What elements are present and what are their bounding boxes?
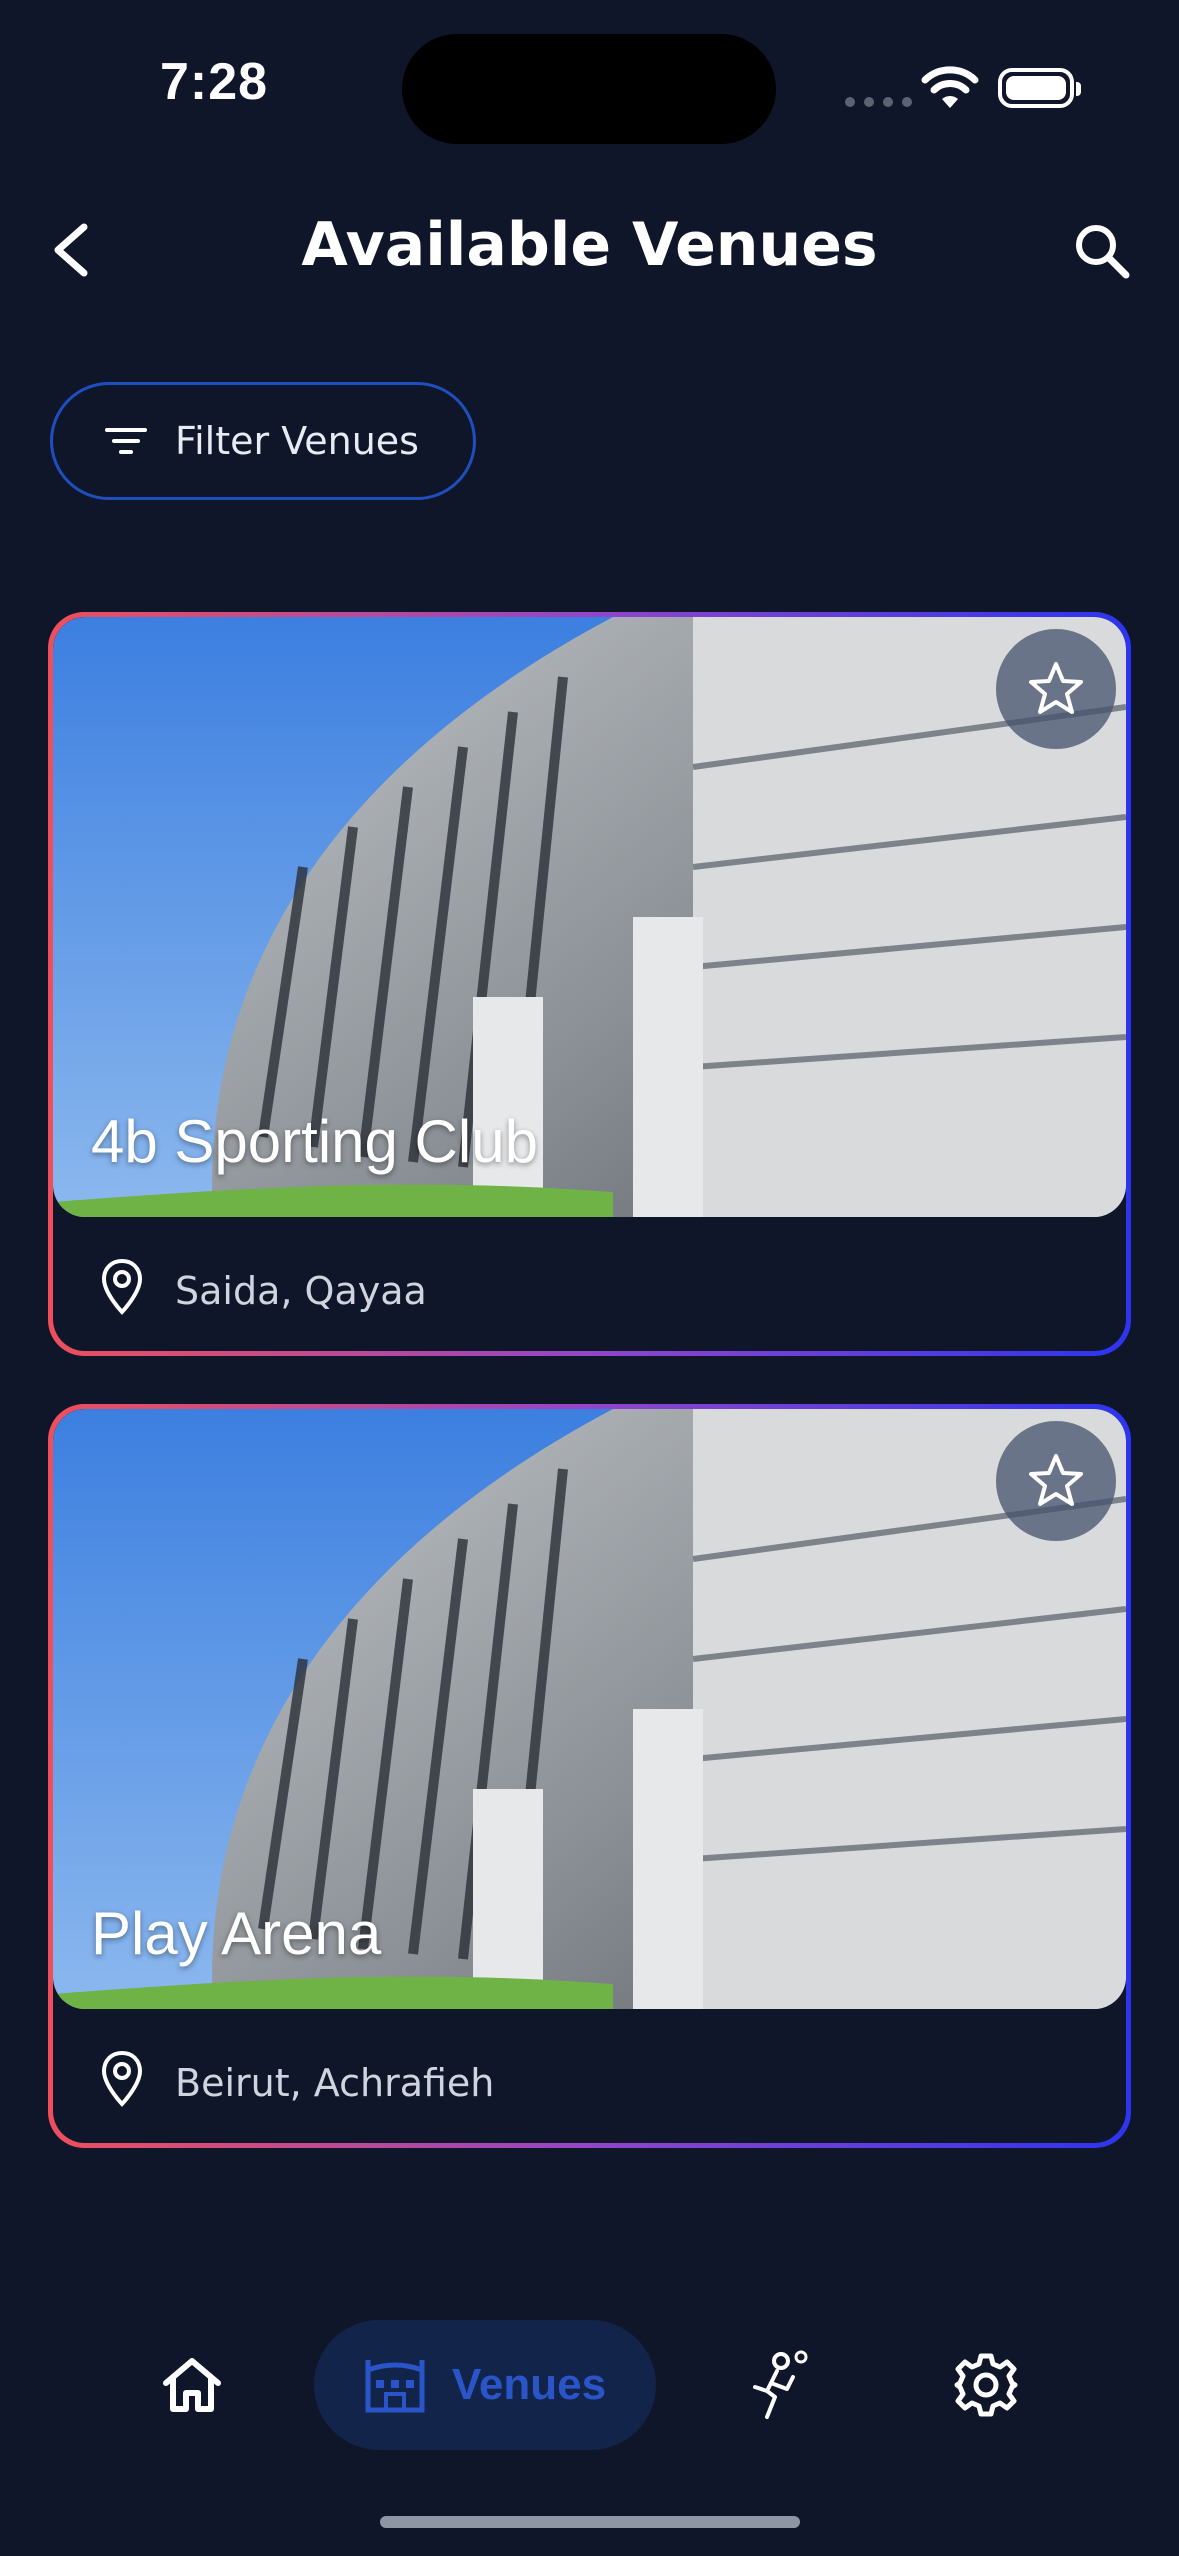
nav-venues[interactable]: Venues — [314, 2320, 656, 2450]
filter-venues-button[interactable]: Filter Venues — [50, 382, 476, 500]
venue-name: 4b Sporting Club — [91, 1108, 538, 1175]
nav-home[interactable] — [140, 2300, 244, 2470]
nav-player[interactable] — [728, 2300, 832, 2470]
location-pin-icon — [101, 2050, 143, 2107]
star-icon — [1029, 1454, 1083, 1506]
home-icon — [163, 2358, 221, 2412]
favorite-button[interactable] — [996, 1421, 1116, 1541]
player-icon — [753, 2350, 808, 2419]
stadium-icon — [365, 2360, 425, 2413]
search-icon[interactable] — [1072, 215, 1132, 285]
favorite-button[interactable] — [996, 629, 1116, 749]
bottom-nav: Venues — [0, 2300, 1179, 2470]
filter-venues-label: Filter Venues — [175, 419, 419, 463]
star-icon — [1029, 662, 1083, 714]
location-pin-icon — [101, 1258, 143, 1315]
gear-icon — [954, 2353, 1018, 2417]
dynamic-island — [402, 34, 776, 144]
page-title: Available Venues — [301, 210, 878, 280]
venue-location: Beirut, Achrafieh — [175, 2061, 495, 2105]
signal-icon — [845, 97, 912, 107]
battery-icon — [998, 68, 1081, 108]
nav-venues-label: Venues — [451, 2360, 607, 2409]
status-time: 7:28 — [160, 53, 269, 111]
venue-card[interactable]: Play Arena Beirut, Achrafieh — [48, 1404, 1131, 2148]
venue-card[interactable]: 4b Sporting Club Saida, Qayaa — [48, 612, 1131, 1356]
filter-icon — [105, 426, 147, 456]
nav-settings[interactable] — [934, 2300, 1038, 2470]
home-indicator — [380, 2516, 800, 2528]
venue-location: Saida, Qayaa — [175, 1269, 427, 1313]
wifi-icon — [921, 66, 979, 108]
venue-name: Play Arena — [91, 1900, 382, 1967]
